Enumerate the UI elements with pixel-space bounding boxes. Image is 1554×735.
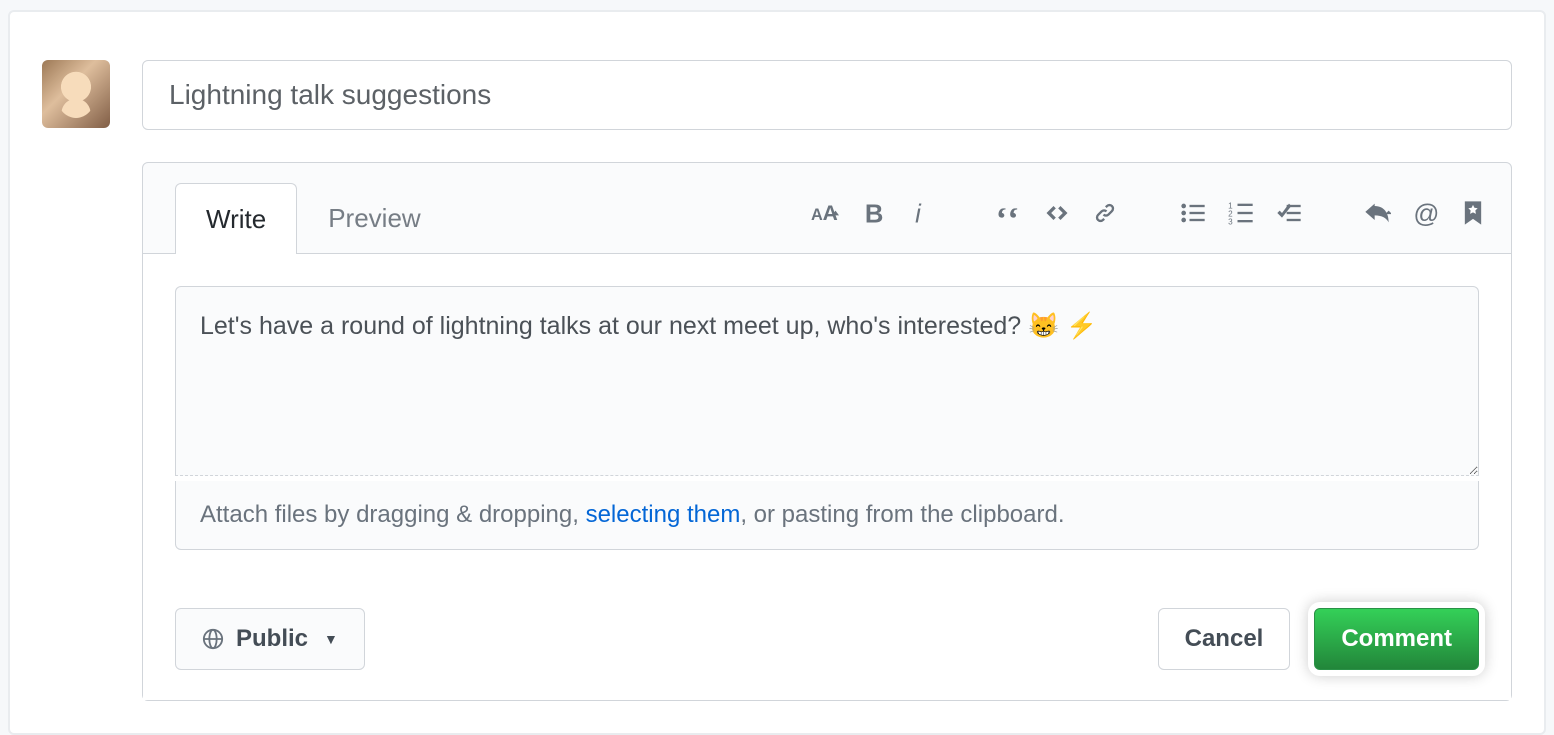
compose-frame: Write Preview AA B i bbox=[8, 10, 1546, 735]
heading-button[interactable]: AA bbox=[805, 193, 845, 233]
visibility-button[interactable]: Public ▼ bbox=[175, 608, 365, 670]
svg-text:@: @ bbox=[1413, 200, 1439, 227]
title-row bbox=[42, 60, 1512, 130]
reply-button[interactable] bbox=[1357, 193, 1397, 233]
ul-button[interactable] bbox=[1173, 193, 1213, 233]
avatar bbox=[42, 60, 110, 128]
bold-button[interactable]: B bbox=[853, 193, 893, 233]
title-input[interactable] bbox=[142, 60, 1512, 130]
composer-footer: Public ▼ Cancel Comment bbox=[143, 582, 1511, 700]
attach-hint-post: , or pasting from the clipboard. bbox=[740, 501, 1064, 528]
composer-body: Attach files by dragging & dropping, sel… bbox=[143, 254, 1511, 582]
comment-composer: Write Preview AA B i bbox=[142, 162, 1512, 701]
code-button[interactable] bbox=[1037, 193, 1077, 233]
composer-tabbar: Write Preview AA B i bbox=[143, 163, 1511, 254]
comment-button[interactable]: Comment bbox=[1314, 608, 1479, 670]
globe-icon bbox=[202, 628, 224, 650]
saved-replies-button[interactable] bbox=[1453, 193, 1493, 233]
italic-button[interactable]: i bbox=[901, 193, 941, 233]
link-button[interactable] bbox=[1085, 193, 1125, 233]
comment-textarea[interactable] bbox=[175, 286, 1479, 476]
attach-hint-pre: Attach files by dragging & dropping, bbox=[200, 501, 586, 528]
format-toolbar: AA B i bbox=[805, 193, 1493, 253]
tab-preview[interactable]: Preview bbox=[297, 182, 451, 253]
visibility-label: Public bbox=[236, 625, 308, 653]
caret-down-icon: ▼ bbox=[324, 631, 338, 647]
quote-button[interactable] bbox=[989, 193, 1029, 233]
cancel-button[interactable]: Cancel bbox=[1158, 608, 1291, 670]
ol-button[interactable]: 123 bbox=[1221, 193, 1261, 233]
svg-text:A: A bbox=[811, 206, 823, 224]
attach-select-link[interactable]: selecting them bbox=[586, 501, 741, 528]
tasklist-button[interactable] bbox=[1269, 193, 1309, 233]
svg-text:3: 3 bbox=[1228, 218, 1233, 227]
mention-button[interactable]: @ bbox=[1405, 193, 1445, 233]
svg-text:B: B bbox=[865, 200, 884, 227]
svg-text:i: i bbox=[915, 200, 922, 227]
attach-hint: Attach files by dragging & dropping, sel… bbox=[175, 481, 1479, 550]
tab-write[interactable]: Write bbox=[175, 183, 297, 254]
